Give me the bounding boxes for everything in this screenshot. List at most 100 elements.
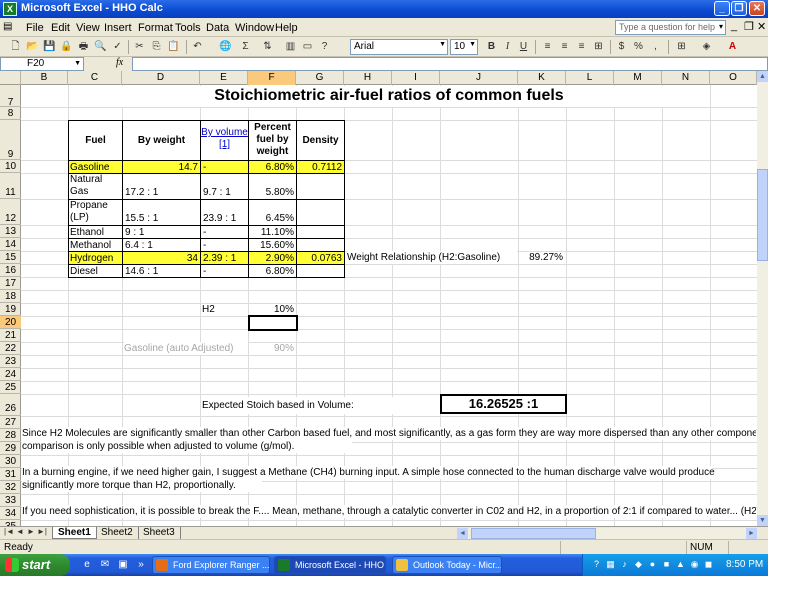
next-sheet-icon[interactable]: ► <box>27 527 35 536</box>
paste-icon[interactable]: 📋 <box>166 39 181 54</box>
column-header-f[interactable]: F <box>248 71 296 85</box>
row-header[interactable]: 20 <box>0 316 21 329</box>
density-value[interactable]: 0.0763 <box>296 251 345 265</box>
row-header[interactable]: 9 <box>0 120 21 160</box>
column-header-i[interactable]: I <box>392 71 440 85</box>
tray-help-icon[interactable]: ? <box>591 559 602 570</box>
comma-icon[interactable]: , <box>648 39 663 54</box>
prev-sheet-icon[interactable]: ◄ <box>16 527 24 536</box>
row-header[interactable]: 17 <box>0 277 21 290</box>
by-volume-value[interactable]: 9.7 : 1 <box>200 173 249 200</box>
merge-center-icon[interactable]: ⊞ <box>591 39 606 54</box>
fuel-name[interactable]: Diesel <box>68 264 123 278</box>
ask-question-box[interactable]: Type a question for help ▾ <box>615 20 726 35</box>
underline-button[interactable]: U <box>516 39 531 54</box>
column-header-o[interactable]: O <box>710 71 757 85</box>
doc-restore-icon[interactable]: ❐ <box>744 20 754 33</box>
ie-icon[interactable]: e <box>80 558 94 572</box>
fuel-name[interactable]: Natural Gas <box>68 173 123 200</box>
undo-icon[interactable]: ↶ <box>190 39 205 54</box>
note-line[interactable]: significantly more torque than H2, propo… <box>22 479 262 492</box>
tab-sheet2[interactable]: Sheet2 <box>96 527 139 539</box>
chevron-down-icon[interactable]: ▼ <box>74 58 81 70</box>
scroll-thumb[interactable] <box>757 169 768 261</box>
by-weight-value[interactable]: 9 : 1 <box>122 225 201 239</box>
expected-stoich-value[interactable]: 16.26525 :1 <box>440 394 567 414</box>
row-header[interactable]: 15 <box>0 251 21 264</box>
insert-function-icon[interactable]: fx <box>116 57 123 68</box>
by-volume-value[interactable]: - <box>200 160 249 174</box>
menu-tools[interactable]: Tools <box>175 22 201 34</box>
column-header-g[interactable]: G <box>296 71 344 85</box>
row-header[interactable]: 33 <box>0 494 21 507</box>
fuel-name[interactable]: Propane (LP) <box>68 199 123 226</box>
borders-icon[interactable]: ⊞ <box>674 39 689 54</box>
print-preview-icon[interactable]: 🔍 <box>93 39 108 54</box>
fuel-name[interactable]: Methanol <box>68 238 123 252</box>
align-left-icon[interactable]: ≡ <box>540 39 555 54</box>
row-header[interactable]: 12 <box>0 199 21 225</box>
select-all-corner[interactable] <box>0 71 21 85</box>
minimize-button[interactable]: _ <box>714 1 730 16</box>
column-header-c[interactable]: C <box>68 71 122 85</box>
chevron-down-icon[interactable]: ▼ <box>439 41 446 48</box>
by-weight-value[interactable]: 14.7 <box>122 160 201 174</box>
horizontal-scrollbar[interactable]: ◄ ► <box>457 528 757 539</box>
menu-view[interactable]: View <box>76 22 100 34</box>
percent-value[interactable]: 15.60% <box>248 238 297 252</box>
fill-color-icon[interactable]: ◈ <box>699 39 714 54</box>
chart-wizard-icon[interactable]: ▥ <box>283 39 298 54</box>
start-button[interactable]: start <box>0 554 70 576</box>
header-percent-fuel[interactable]: Percent fuel by weight <box>248 120 297 161</box>
scroll-up-icon[interactable]: ▲ <box>757 71 768 82</box>
percent-value[interactable]: 6.80% <box>248 160 297 174</box>
menu-insert[interactable]: Insert <box>104 22 132 34</box>
density-value[interactable] <box>296 264 345 278</box>
row-header[interactable]: 10 <box>0 160 21 173</box>
workbook-icon[interactable]: ▤ <box>3 21 17 34</box>
column-header-n[interactable]: N <box>662 71 710 85</box>
column-header-m[interactable]: M <box>614 71 662 85</box>
gasoline-auto-value[interactable]: 90% <box>249 342 296 355</box>
by-volume-value[interactable]: - <box>200 238 249 252</box>
by-weight-value[interactable]: 14.6 : 1 <box>122 264 201 278</box>
font-size-select[interactable]: 10 ▼ <box>450 39 478 55</box>
close-button[interactable]: ✕ <box>749 1 765 16</box>
note-line[interactable]: Since H2 Molecules are significantly sma… <box>22 427 756 440</box>
row-header[interactable]: 22 <box>0 342 21 355</box>
note-line[interactable]: If you need sophistication, it is possib… <box>22 505 756 518</box>
menu-edit[interactable]: Edit <box>51 22 70 34</box>
row-header[interactable]: 29 <box>0 442 21 455</box>
align-right-icon[interactable]: ≡ <box>574 39 589 54</box>
chevron-down-icon[interactable]: ▾ <box>719 22 723 31</box>
sort-ascending-icon[interactable]: ⇅ <box>260 39 275 54</box>
tray-app-icon[interactable]: ● <box>647 559 658 570</box>
fuel-name[interactable]: Ethanol <box>68 225 123 239</box>
by-weight-value[interactable]: 6.4 : 1 <box>122 238 201 252</box>
column-header-e[interactable]: E <box>200 71 248 85</box>
autosum-icon[interactable]: Σ <box>238 39 253 54</box>
tray-shield-icon[interactable]: ◆ <box>633 559 644 570</box>
menu-format[interactable]: Format <box>138 22 173 34</box>
tray-app-icon[interactable]: ◼ <box>703 559 714 570</box>
row-header[interactable]: 28 <box>0 429 21 442</box>
excel-app-icon[interactable]: X <box>3 2 17 16</box>
density-value[interactable] <box>296 173 345 200</box>
by-volume-value[interactable]: - <box>200 264 249 278</box>
formula-input[interactable] <box>132 57 768 71</box>
print-icon[interactable]: 🖶 <box>76 39 91 54</box>
fuel-name[interactable]: Hydrogen <box>68 251 123 265</box>
menu-data[interactable]: Data <box>206 22 229 34</box>
zoom-icon[interactable]: ▭ <box>300 39 315 54</box>
cut-icon[interactable]: ✂ <box>132 39 147 54</box>
expected-stoich-label[interactable]: Expected Stoich based in Volume: <box>202 397 440 414</box>
vertical-scrollbar[interactable]: ▲ ▼ <box>757 71 768 526</box>
tray-network-icon[interactable]: ▦ <box>605 559 616 570</box>
header-density[interactable]: Density <box>296 120 345 161</box>
tab-sheet3[interactable]: Sheet3 <box>138 527 181 539</box>
clock[interactable]: 8:50 PM <box>726 559 763 570</box>
note-line[interactable]: In a burning engine, if we need higher g… <box>22 466 715 479</box>
percent-value[interactable]: 6.45% <box>248 199 297 226</box>
menu-window[interactable]: Window <box>235 22 274 34</box>
quicklaunch-chevron-icon[interactable]: » <box>134 558 148 572</box>
